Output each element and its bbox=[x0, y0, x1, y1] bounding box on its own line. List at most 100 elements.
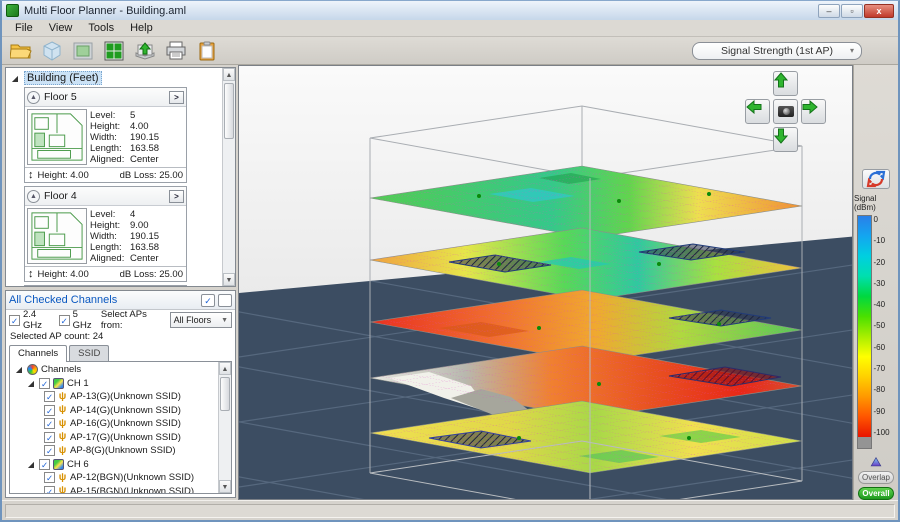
ap-icon: ψ bbox=[58, 405, 67, 415]
menu-help[interactable]: Help bbox=[123, 21, 160, 35]
refresh-icon bbox=[866, 170, 886, 188]
checkbox[interactable]: ✓ bbox=[39, 378, 50, 389]
tree-root-channels[interactable]: ◢ Channels bbox=[10, 363, 218, 377]
cone-mode-icon[interactable] bbox=[867, 457, 885, 468]
visualization-selector[interactable]: Signal Strength (1st AP) ▾ bbox=[692, 42, 862, 60]
checkbox[interactable]: ✓ bbox=[44, 486, 55, 493]
floor5-heatmap bbox=[370, 166, 802, 238]
signal-color-scale bbox=[857, 215, 872, 449]
app-logo-icon bbox=[6, 4, 19, 17]
tab-ssid[interactable]: SSID bbox=[69, 345, 109, 362]
scroll-up-icon[interactable]: ▲ bbox=[219, 362, 231, 375]
checkbox[interactable]: ✓ bbox=[44, 405, 55, 416]
floor-height-field[interactable]: Height: 4.00 bbox=[38, 170, 89, 181]
rotate-up-button[interactable] bbox=[773, 71, 798, 96]
floor-3-header[interactable]: ▲ Floor 3 > bbox=[24, 285, 187, 286]
legend-title: Signal (dBm) bbox=[854, 194, 898, 212]
camera-icon bbox=[778, 106, 794, 117]
status-message-area bbox=[5, 504, 895, 518]
band-24ghz-checkbox[interactable]: ✓ bbox=[9, 315, 20, 326]
expand-arrow-icon[interactable]: ◢ bbox=[26, 460, 36, 469]
menu-view[interactable]: View bbox=[42, 21, 80, 35]
floor5-goto-button[interactable]: > bbox=[169, 91, 184, 104]
image-view-button[interactable] bbox=[70, 39, 96, 63]
expand-arrow-icon[interactable]: ◢ bbox=[10, 74, 20, 83]
chevron-down-icon: ▼ bbox=[221, 317, 228, 324]
ap-icon: ψ bbox=[58, 432, 67, 442]
level-label: Level: bbox=[90, 110, 130, 121]
tree-ap-row[interactable]: ✓ψAP-13(G)(Unknown SSID) bbox=[10, 390, 218, 404]
overlap-button[interactable]: Overlap bbox=[858, 471, 894, 484]
check-all-button[interactable]: ✓ bbox=[201, 294, 215, 307]
tree-ap-row[interactable]: ✓ψAP-8(G)(Unknown SSID) bbox=[10, 444, 218, 458]
checkbox[interactable]: ✓ bbox=[44, 472, 55, 483]
tree-ap-row[interactable]: ✓ψAP-16(G)(Unknown SSID) bbox=[10, 417, 218, 431]
3d-viewport[interactable] bbox=[238, 65, 853, 500]
checkbox[interactable]: ✓ bbox=[44, 391, 55, 402]
floor5-thumbnail[interactable] bbox=[27, 109, 87, 165]
scrollbar-thumb[interactable] bbox=[220, 377, 230, 411]
rotate-right-button[interactable] bbox=[801, 99, 826, 124]
scroll-up-icon[interactable]: ▲ bbox=[223, 68, 235, 81]
status-bar bbox=[2, 500, 898, 520]
expand-arrow-icon[interactable]: ◢ bbox=[26, 379, 36, 388]
minimize-button[interactable]: – bbox=[818, 4, 840, 18]
tree-group-ch1[interactable]: ◢ ✓ CH 1 bbox=[10, 377, 218, 391]
select-aps-label: Select APs from: bbox=[101, 309, 167, 331]
collapse-floor5-button[interactable]: ▲ bbox=[27, 91, 40, 104]
refresh-visualization-button[interactable] bbox=[862, 169, 890, 189]
camera-snapshot-button[interactable] bbox=[773, 99, 798, 124]
open-folder-button[interactable] bbox=[8, 39, 34, 63]
select-aps-dropdown[interactable]: All Floors ▼ bbox=[170, 312, 232, 328]
floor4-goto-button[interactable]: > bbox=[169, 190, 184, 203]
ap-icon: ψ bbox=[58, 473, 67, 483]
channels-header-label[interactable]: All Checked Channels bbox=[9, 294, 198, 306]
overall-button[interactable]: Overall bbox=[858, 487, 894, 500]
multi-floor-grid-button[interactable] bbox=[101, 39, 127, 63]
cube-view-button[interactable] bbox=[39, 39, 65, 63]
band-5ghz-checkbox[interactable]: ✓ bbox=[59, 315, 70, 326]
tab-channels[interactable]: Channels bbox=[9, 345, 67, 362]
tree-ap-row[interactable]: ✓ψAP-17(G)(Unknown SSID) bbox=[10, 431, 218, 445]
rotate-down-button[interactable] bbox=[773, 127, 798, 152]
tree-group-ch6[interactable]: ◢ ✓ CH 6 bbox=[10, 458, 218, 472]
checkbox[interactable]: ✓ bbox=[44, 418, 55, 429]
scrollbar-thumb[interactable] bbox=[224, 83, 234, 139]
band-5ghz-label: 5 GHz bbox=[73, 309, 98, 331]
view-navigation bbox=[745, 71, 826, 152]
expand-arrow-icon[interactable]: ◢ bbox=[14, 365, 24, 374]
tree-ap-row[interactable]: ✓ψAP-15(BGN)(Unknown SSID) bbox=[10, 485, 218, 494]
ap-list-scrollbar[interactable]: ▲ ▼ bbox=[218, 362, 231, 493]
scroll-down-icon[interactable]: ▼ bbox=[223, 273, 235, 286]
building-panel: ◢ Building (Feet) ▲ Floor 5 > bbox=[5, 67, 236, 287]
building-panel-scrollbar[interactable]: ▲ ▼ bbox=[222, 68, 235, 286]
window-title: Multi Floor Planner - Building.aml bbox=[24, 5, 818, 17]
close-button[interactable]: x bbox=[864, 4, 894, 18]
maximize-button[interactable]: ▫ bbox=[841, 4, 863, 18]
tree-ap-row[interactable]: ✓ψAP-14(G)(Unknown SSID) bbox=[10, 404, 218, 418]
menu-file[interactable]: File bbox=[8, 21, 40, 35]
clipboard-button[interactable] bbox=[194, 39, 220, 63]
menu-tools[interactable]: Tools bbox=[81, 21, 121, 35]
checkbox[interactable]: ✓ bbox=[44, 432, 55, 443]
scroll-down-icon[interactable]: ▼ bbox=[219, 480, 231, 493]
floor4-thumbnail[interactable] bbox=[27, 208, 87, 264]
aligned-label: Aligned: bbox=[90, 154, 130, 165]
ap-icon: ψ bbox=[58, 486, 67, 493]
checkbox[interactable]: ✓ bbox=[44, 445, 55, 456]
width-value: 190.15 bbox=[130, 132, 184, 143]
export-report-button[interactable] bbox=[132, 39, 158, 63]
print-button[interactable] bbox=[163, 39, 189, 63]
channel-icon bbox=[53, 378, 64, 389]
checkbox[interactable]: ✓ bbox=[39, 459, 50, 470]
collapse-floor4-button[interactable]: ▲ bbox=[27, 190, 40, 203]
tree-ap-row[interactable]: ✓ψAP-12(BGN)(Unknown SSID) bbox=[10, 471, 218, 485]
visualization-selector-value: Signal Strength (1st AP) bbox=[721, 45, 833, 57]
db-loss-field[interactable]: dB Loss: 25.00 bbox=[120, 269, 183, 280]
building-tree-label[interactable]: Building (Feet) bbox=[24, 71, 102, 85]
floor-height-field[interactable]: Height: 4.00 bbox=[38, 269, 89, 280]
title-bar[interactable]: Multi Floor Planner - Building.aml – ▫ x bbox=[2, 1, 898, 20]
rotate-left-button[interactable] bbox=[745, 99, 770, 124]
db-loss-field[interactable]: dB Loss: 25.00 bbox=[120, 170, 183, 181]
uncheck-all-button[interactable] bbox=[218, 294, 232, 307]
